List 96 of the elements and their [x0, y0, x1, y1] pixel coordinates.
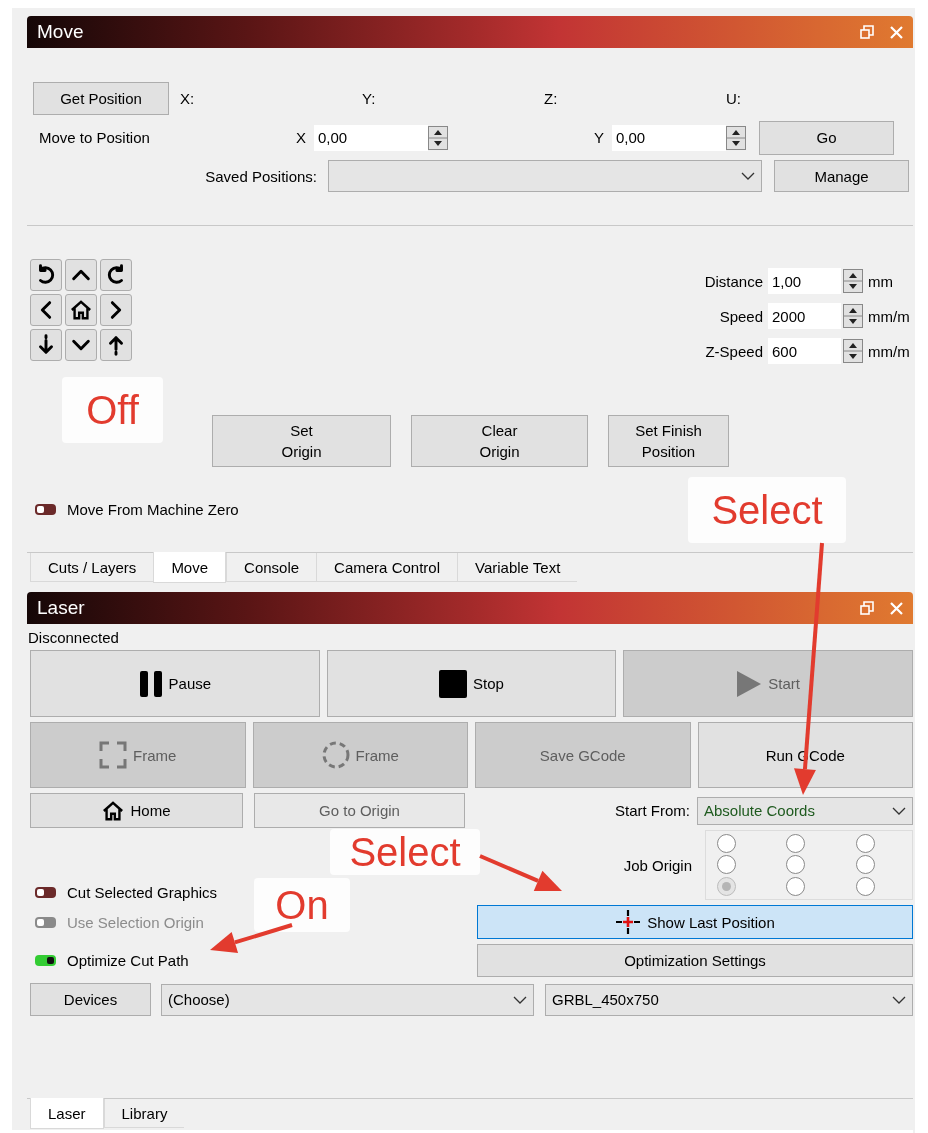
- pause-icon: [138, 669, 163, 698]
- radio-button[interactable]: [716, 876, 736, 896]
- spin-button[interactable]: [843, 269, 863, 293]
- stop-button[interactable]: Stop: [326, 650, 617, 717]
- home-button[interactable]: Home: [30, 793, 243, 828]
- move-to-position-label: Move to Position: [38, 129, 151, 146]
- jog-button[interactable]: [30, 259, 62, 291]
- radio-button[interactable]: [786, 834, 806, 854]
- dock-tab[interactable]: Cuts / Layers: [30, 553, 154, 582]
- restore-icon[interactable]: [860, 25, 874, 39]
- close-icon[interactable]: [890, 601, 903, 615]
- panel-title: Move: [37, 21, 85, 43]
- crosshair-icon: [615, 909, 642, 935]
- frame-corners-icon: [99, 741, 128, 769]
- saved-positions-label: Saved Positions:: [204, 167, 317, 185]
- bottom-tab[interactable]: Library: [103, 1099, 185, 1128]
- jog-button[interactable]: [65, 329, 97, 361]
- devices-button[interactable]: Devices: [30, 983, 151, 1016]
- go-button[interactable]: Go: [759, 120, 894, 155]
- dock-tab[interactable]: Camera Control: [316, 553, 457, 582]
- axis-label: U:: [726, 90, 742, 107]
- play-icon: [736, 669, 763, 698]
- profile-dropdown[interactable]: GRBL_450x750: [545, 983, 913, 1016]
- axis-label: Y:: [362, 90, 377, 107]
- dock-tab[interactable]: Console: [226, 553, 317, 582]
- setting-label: Z-Speed: [704, 342, 764, 360]
- callout-label: Select: [688, 477, 846, 543]
- chevron-down-icon: [741, 172, 755, 180]
- number-field[interactable]: 1,00: [768, 268, 841, 294]
- unit-label: mm: [867, 272, 894, 290]
- dashed-circle-icon: [321, 741, 350, 769]
- toggle-switch[interactable]: [35, 503, 56, 515]
- home-icon: [102, 799, 125, 822]
- number-field[interactable]: 0,00: [314, 124, 428, 151]
- stop-icon: [439, 669, 468, 698]
- axis-label: X:: [180, 90, 196, 107]
- start-from-label: Start From:: [614, 802, 690, 819]
- unit-label: mm/m: [867, 342, 911, 360]
- number-field[interactable]: 2000: [768, 303, 841, 329]
- toggle-switch[interactable]: [35, 886, 56, 898]
- origin-button[interactable]: Set Origin: [212, 415, 391, 467]
- connection-status: Disconnected: [28, 628, 119, 646]
- dock-tab[interactable]: Move: [153, 552, 227, 583]
- toggle-label: Move From Machine Zero: [67, 500, 239, 518]
- radio-button[interactable]: [786, 855, 806, 875]
- close-icon[interactable]: [890, 25, 903, 39]
- radio-button[interactable]: [786, 876, 806, 896]
- jog-button[interactable]: [100, 329, 132, 361]
- jog-button[interactable]: [30, 329, 62, 361]
- origin-button[interactable]: Clear Origin: [411, 415, 588, 467]
- axis-label: Z:: [544, 90, 559, 107]
- home-icon: [70, 299, 92, 321]
- spin-button[interactable]: [428, 125, 448, 150]
- show-last-position-button[interactable]: Show Last Position: [477, 905, 913, 939]
- number-field[interactable]: 600: [768, 338, 841, 364]
- toggle-label: Use Selection Origin: [67, 913, 204, 931]
- callout-label: On: [254, 878, 350, 932]
- callout-label: Off: [62, 377, 163, 443]
- dock-tab[interactable]: Variable Text: [457, 553, 578, 582]
- toggle-label: Optimize Cut Path: [67, 951, 189, 969]
- callout-label: Select: [330, 829, 480, 875]
- start-from-dropdown[interactable]: Absolute Coords: [697, 796, 913, 825]
- optimization-settings-button[interactable]: Optimization Settings: [477, 944, 913, 977]
- jog-button[interactable]: [100, 259, 132, 291]
- job-origin-label: Job Origin: [623, 856, 692, 874]
- chevron-down-icon: [513, 995, 527, 1004]
- jog-button[interactable]: [100, 294, 132, 326]
- axis-label: Y: [593, 129, 605, 146]
- setting-label: Distance: [704, 272, 764, 290]
- device-dropdown[interactable]: (Choose): [161, 983, 534, 1016]
- chevron-down-icon: [892, 806, 906, 815]
- radio-button[interactable]: [716, 834, 736, 854]
- jog-button[interactable]: [65, 294, 97, 326]
- bottom-tab[interactable]: Laser: [30, 1098, 104, 1129]
- spin-button[interactable]: [843, 339, 863, 363]
- unit-label: mm/m: [867, 307, 911, 325]
- spin-button[interactable]: [726, 125, 746, 150]
- toggle-switch[interactable]: [35, 954, 56, 966]
- get-position-button[interactable]: Get Position: [33, 82, 169, 115]
- setting-label: Speed: [718, 307, 764, 325]
- spin-button[interactable]: [843, 304, 863, 328]
- jog-button[interactable]: [30, 294, 62, 326]
- toggle-label: Cut Selected Graphics: [67, 883, 218, 901]
- radio-button[interactable]: [856, 834, 876, 854]
- radio-button[interactable]: [856, 876, 876, 896]
- axis-label: X: [295, 129, 307, 146]
- pause-button[interactable]: Pause: [30, 650, 320, 717]
- radio-button[interactable]: [856, 855, 876, 875]
- origin-button[interactable]: Set Finish Position: [608, 415, 729, 467]
- radio-button[interactable]: [716, 855, 736, 875]
- panel-title: Laser: [37, 597, 86, 619]
- jog-button[interactable]: [65, 259, 97, 291]
- restore-icon[interactable]: [860, 601, 874, 615]
- chevron-down-icon: [892, 995, 906, 1004]
- number-field[interactable]: 0,00: [612, 124, 726, 151]
- manage-button[interactable]: Manage: [774, 160, 909, 192]
